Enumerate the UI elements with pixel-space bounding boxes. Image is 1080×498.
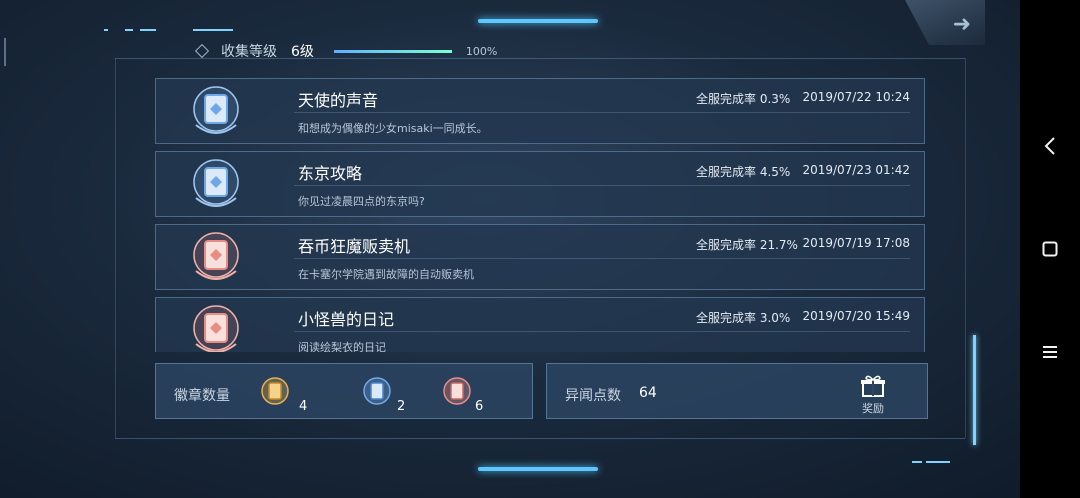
card-divider <box>294 112 910 113</box>
frame-left-line <box>115 58 116 438</box>
card-divider <box>294 331 910 332</box>
menu-lines-icon <box>1043 346 1057 358</box>
badge-count-panel: 徽章数量 4 2 6 <box>155 363 533 419</box>
badge-blue-icon <box>193 159 239 207</box>
points-value: 64 <box>639 385 657 401</box>
completion-rate: 全服完成率 21.7% <box>696 238 798 252</box>
edge-marker <box>4 38 6 66</box>
deco-dash <box>140 29 156 31</box>
red-badge-count: 6 <box>475 399 484 414</box>
badge-red-icon <box>193 305 239 352</box>
card-divider <box>294 185 910 186</box>
deco-dash <box>912 461 922 463</box>
back-button[interactable] <box>1020 126 1080 166</box>
unlock-date: 2019/07/22 10:24 <box>802 90 910 104</box>
system-navigation-bar <box>1020 0 1080 498</box>
level-progress-track <box>333 49 452 53</box>
card-description: 你见过凌晨四点的东京吗? <box>298 195 425 208</box>
unlock-date: 2019/07/19 17:08 <box>802 236 910 250</box>
red-badge-icon <box>443 377 471 405</box>
card-title: 天使的声音 <box>298 91 379 110</box>
frame-right-line <box>965 58 966 438</box>
deco-dash <box>193 29 233 31</box>
bottom-glow-bar <box>478 467 598 471</box>
deco-dash <box>926 461 950 463</box>
right-glow-line <box>973 335 976 445</box>
achievement-list[interactable]: 天使的声音 全服完成率 0.3% 2019/07/22 10:24 和想成为偶像… <box>155 78 925 352</box>
reward-button[interactable]: 奖励 <box>857 374 889 416</box>
achievement-card[interactable]: 小怪兽的日记 全服完成率 3.0% 2019/07/20 15:49 阅读绘梨衣… <box>155 297 925 352</box>
level-value: 6级 <box>291 44 314 60</box>
badge-blue-icon <box>193 86 239 134</box>
badge-count-label: 徽章数量 <box>174 388 230 404</box>
collection-level-bar: 收集等级 6级 100% <box>194 40 498 62</box>
corner-arrow-button[interactable]: ➜ <box>905 0 985 45</box>
arrow-right-icon: ➜ <box>952 12 971 37</box>
points-panel: 异闻点数 64 奖励 <box>546 363 928 419</box>
completion-rate: 全服完成率 4.5% <box>696 165 791 179</box>
badge-red-icon <box>193 232 239 280</box>
completion-rate: 全服完成率 3.0% <box>696 311 791 325</box>
frame-bottom-line <box>115 438 965 439</box>
level-progress-text: 100% <box>465 44 498 58</box>
reward-label: 奖励 <box>862 402 884 415</box>
level-progress-fill <box>333 49 452 53</box>
achievement-card[interactable]: 吞币狂魔贩卖机 全服完成率 21.7% 2019/07/19 17:08 在卡塞… <box>155 224 925 290</box>
achievement-card[interactable]: 东京攻略 全服完成率 4.5% 2019/07/23 01:42 你见过凌晨四点… <box>155 151 925 217</box>
back-chevron-icon <box>1044 137 1055 155</box>
gold-badge-icon <box>261 377 289 405</box>
diamond-icon <box>194 43 210 59</box>
deco-dash <box>125 29 133 31</box>
card-title: 吞币狂魔贩卖机 <box>298 237 411 256</box>
completion-rate: 全服完成率 0.3% <box>696 92 791 106</box>
blue-badge-icon <box>363 377 391 405</box>
card-title: 东京攻略 <box>298 164 363 183</box>
menu-button[interactable] <box>1020 332 1080 372</box>
gift-icon <box>861 375 885 397</box>
card-title: 小怪兽的日记 <box>298 310 395 329</box>
home-square-icon <box>1042 241 1058 257</box>
gold-badge-count: 4 <box>299 399 308 414</box>
points-label: 异闻点数 <box>565 388 621 404</box>
level-label: 收集等级 <box>221 44 277 60</box>
card-divider <box>294 258 910 259</box>
home-button[interactable] <box>1020 229 1080 269</box>
deco-dash <box>104 29 108 31</box>
card-description: 阅读绘梨衣的日记 <box>298 341 386 352</box>
unlock-date: 2019/07/23 01:42 <box>802 163 910 177</box>
card-description: 在卡塞尔学院遇到故障的自动贩卖机 <box>298 268 474 281</box>
achievement-card[interactable]: 天使的声音 全服完成率 0.3% 2019/07/22 10:24 和想成为偶像… <box>155 78 925 144</box>
blue-badge-count: 2 <box>397 399 406 414</box>
unlock-date: 2019/07/20 15:49 <box>802 309 910 323</box>
top-glow-bar <box>478 19 598 23</box>
card-description: 和想成为偶像的少女misaki一同成长。 <box>298 122 488 135</box>
